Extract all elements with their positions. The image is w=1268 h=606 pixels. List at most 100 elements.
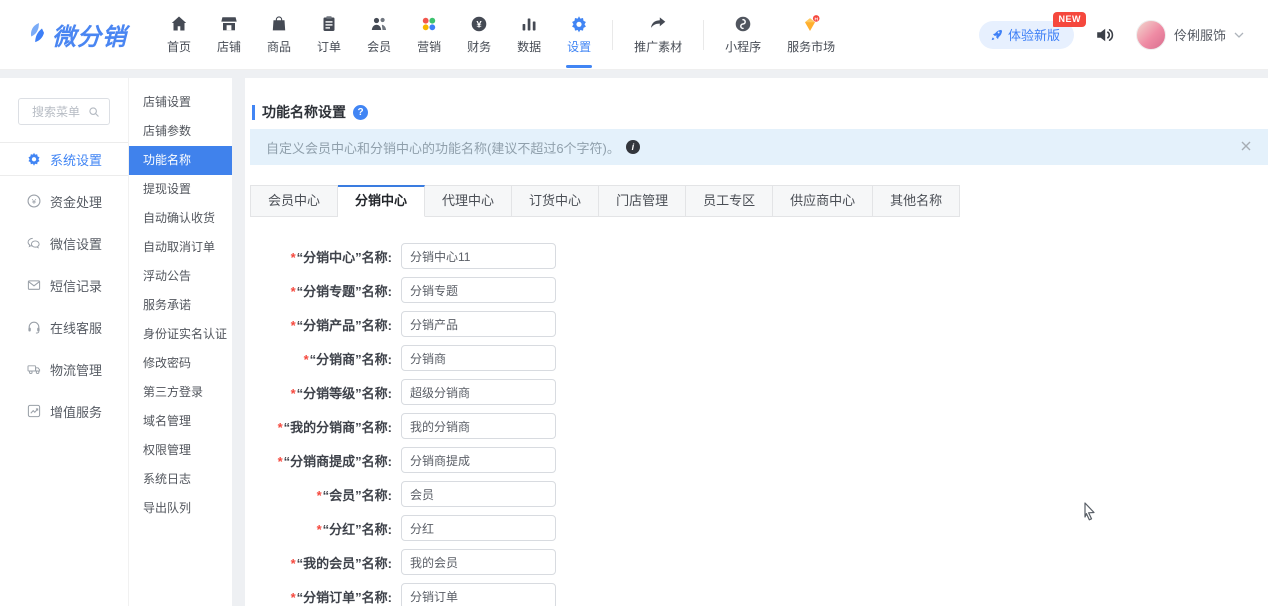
form-row: *“我的会员”名称: (250, 549, 1268, 575)
info-icon: i (626, 140, 640, 154)
nav-item-home[interactable]: 首页 (154, 0, 204, 70)
nav-item-marketing[interactable]: 营销 (404, 0, 454, 70)
svg-text:H: H (815, 17, 819, 23)
distributor-commission-name-input[interactable] (401, 447, 556, 473)
yen-circle-icon: ¥ (26, 193, 42, 209)
nav-item-goods[interactable]: 商品 (254, 0, 304, 70)
submenu-item-withdraw-settings[interactable]: 提现设置 (129, 175, 232, 204)
sidebar-item-value-added[interactable]: 增值服务 (0, 390, 128, 432)
submenu-item-shop-settings[interactable]: 店铺设置 (129, 88, 232, 117)
logo-text: 微分销 (52, 17, 127, 52)
nav-item-shop[interactable]: 店铺 (204, 0, 254, 70)
form-row: *“分销等级”名称: (250, 379, 1268, 405)
distribution-order-name-input[interactable] (401, 583, 556, 606)
username: 伶俐服饰 (1174, 25, 1226, 44)
sidebar-item-funds-processing[interactable]: ¥ 资金处理 (0, 180, 128, 222)
nav-item-orders[interactable]: 订单 (304, 0, 354, 70)
submenu-item-auto-cancel-order[interactable]: 自动取消订单 (129, 233, 232, 262)
nav-item-data[interactable]: 数据 (504, 0, 554, 70)
submenu-item-export-queue[interactable]: 导出队列 (129, 494, 232, 523)
tab-bar: 会员中心 分销中心 代理中心 订货中心 门店管理 员工专区 供应商中心 其他名称 (250, 185, 960, 217)
clipboard-icon (319, 14, 339, 34)
gutter (232, 78, 245, 606)
sidebar-item-online-service[interactable]: 在线客服 (0, 306, 128, 348)
submenu-item-system-log[interactable]: 系统日志 (129, 465, 232, 494)
nav-item-service-market[interactable]: H 服务市场 (774, 0, 848, 70)
tab-agent-center[interactable]: 代理中心 (425, 185, 512, 217)
miniprogram-icon (733, 14, 753, 34)
submenu-item-change-password[interactable]: 修改密码 (129, 349, 232, 378)
menu-search-box[interactable] (18, 98, 110, 125)
nav-label: 商品 (267, 38, 291, 55)
tab-store-management[interactable]: 门店管理 (599, 185, 686, 217)
nav-label: 服务市场 (787, 38, 835, 55)
form-row: *“分销商提成”名称: (250, 447, 1268, 473)
try-new-label: 体验新版 (1008, 25, 1060, 44)
nav-label: 订单 (317, 38, 341, 55)
rocket-icon (990, 28, 1003, 41)
distribution-product-name-input[interactable] (401, 311, 556, 337)
submenu-item-auto-confirm-receipt[interactable]: 自动确认收货 (129, 204, 232, 233)
sidebar-item-label: 资金处理 (50, 192, 102, 211)
help-icon[interactable]: ? (353, 105, 368, 120)
nav-item-settings[interactable]: 设置 (554, 0, 604, 70)
nav-item-miniprogram[interactable]: 小程序 (712, 0, 774, 70)
sidebar-item-system-settings[interactable]: 系统设置 (0, 142, 128, 176)
banner-text: 自定义会员中心和分销中心的功能名称(建议不超过6个字符)。 (266, 138, 620, 157)
form-row: *“会员”名称: (250, 481, 1268, 507)
tab-distribution-center[interactable]: 分销中心 (338, 185, 425, 217)
app-logo[interactable]: 微分销 (26, 17, 154, 52)
tab-staff-zone[interactable]: 员工专区 (686, 185, 773, 217)
nav-label: 财务 (467, 38, 491, 55)
nav-label: 设置 (567, 38, 591, 55)
gem-icon: H (800, 14, 822, 34)
sidebar-item-logistics[interactable]: 物流管理 (0, 348, 128, 390)
info-banner: 自定义会员中心和分销中心的功能名称(建议不超过6个字符)。 i (250, 129, 1268, 165)
avatar (1136, 20, 1166, 50)
envelope-icon (26, 277, 42, 293)
distribution-topic-name-input[interactable] (401, 277, 556, 303)
field-label: *“分销商提成”名称: (250, 451, 392, 470)
nav-item-members[interactable]: 会员 (354, 0, 404, 70)
distributor-level-name-input[interactable] (401, 379, 556, 405)
tab-other-names[interactable]: 其他名称 (873, 185, 960, 217)
announcement-button[interactable] (1094, 24, 1116, 46)
shopping-bag-icon (269, 14, 289, 34)
page-title: 功能名称设置 (262, 102, 346, 122)
marketing-icon (419, 14, 439, 34)
submenu-item-service-promise[interactable]: 服务承诺 (129, 291, 232, 320)
banner-close-button[interactable] (1240, 140, 1252, 152)
submenu-item-permission-management[interactable]: 权限管理 (129, 436, 232, 465)
submenu-item-id-verification[interactable]: 身份证实名认证 (129, 320, 232, 349)
content-area: 系统设置 ¥ 资金处理 微信设置 短信记录 在线客服 物流管理 (0, 78, 1268, 606)
distribution-center-name-input[interactable] (401, 243, 556, 269)
my-member-name-input[interactable] (401, 549, 556, 575)
trend-chart-icon (26, 403, 42, 419)
tab-ordering-center[interactable]: 订货中心 (512, 185, 599, 217)
sidebar-item-sms-records[interactable]: 短信记录 (0, 264, 128, 306)
title-accent-bar (252, 105, 255, 120)
submenu-item-third-party-login[interactable]: 第三方登录 (129, 378, 232, 407)
tab-member-center[interactable]: 会员中心 (251, 185, 338, 217)
home-icon (169, 14, 189, 34)
member-name-input[interactable] (401, 481, 556, 507)
try-new-version-button[interactable]: 体验新版 NEW (979, 21, 1074, 49)
nav-item-promo-materials[interactable]: 推广素材 (621, 0, 695, 70)
tab-supplier-center[interactable]: 供应商中心 (773, 185, 873, 217)
user-menu[interactable]: 伶俐服饰 (1136, 20, 1244, 50)
sidebar-item-label: 物流管理 (50, 360, 102, 379)
sidebar-item-wechat-settings[interactable]: 微信设置 (0, 222, 128, 264)
dividend-name-input[interactable] (401, 515, 556, 541)
main-nav: 首页 店铺 商品 订单 会员 营销 ¥ 财务 数据 (154, 0, 848, 70)
distributor-name-input[interactable] (401, 345, 556, 371)
submenu-item-function-names[interactable]: 功能名称 (129, 146, 232, 175)
submenu-item-shop-params[interactable]: 店铺参数 (129, 117, 232, 146)
submenu-item-domain-management[interactable]: 域名管理 (129, 407, 232, 436)
yen-circle-icon: ¥ (469, 14, 489, 34)
menu-search-input[interactable] (28, 105, 84, 119)
nav-item-finance[interactable]: ¥ 财务 (454, 0, 504, 70)
field-label: *“分销订单”名称: (250, 587, 392, 606)
submenu-item-floating-notice[interactable]: 浮动公告 (129, 262, 232, 291)
my-distributor-name-input[interactable] (401, 413, 556, 439)
nav-label: 营销 (417, 38, 441, 55)
